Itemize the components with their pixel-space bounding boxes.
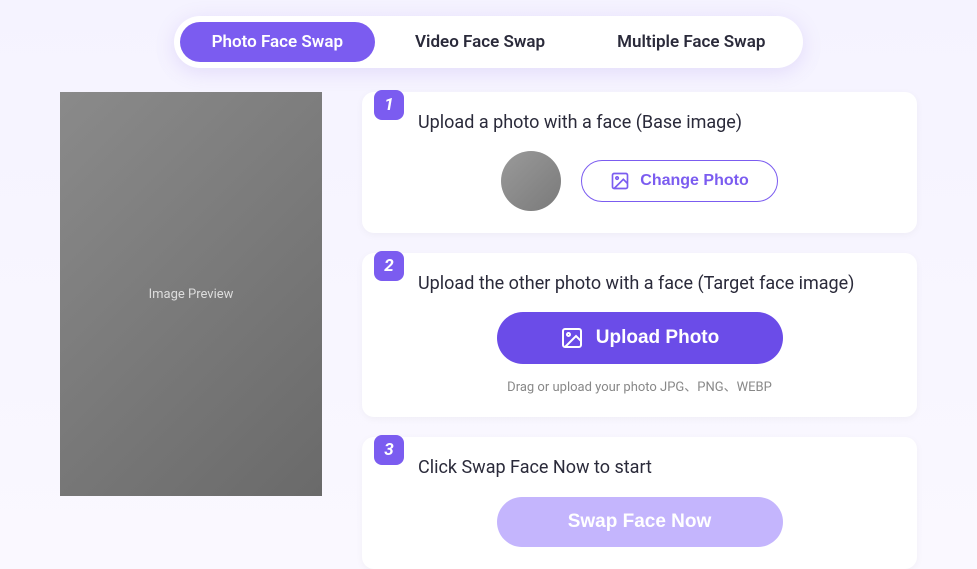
upload-hint: Drag or upload your photo JPG、PNG、WEBP bbox=[507, 376, 772, 395]
step-3-badge: 3 bbox=[374, 435, 404, 465]
change-photo-label: Change Photo bbox=[640, 172, 748, 190]
image-icon bbox=[560, 326, 584, 350]
tabs-container: Photo Face Swap Video Face Swap Multiple… bbox=[0, 0, 977, 92]
step-3-body: Swap Face Now bbox=[386, 497, 893, 547]
image-icon bbox=[610, 171, 630, 191]
step-1-body: Change Photo bbox=[386, 151, 893, 211]
step-3-card: 3 Click Swap Face Now to start Swap Face… bbox=[362, 437, 917, 568]
step-3-title: Click Swap Face Now to start bbox=[418, 455, 893, 480]
step-2-badge: 2 bbox=[374, 251, 404, 281]
upload-photo-button[interactable]: Upload Photo bbox=[497, 312, 783, 364]
tab-video-face-swap[interactable]: Video Face Swap bbox=[383, 22, 577, 62]
swap-face-label: Swap Face Now bbox=[568, 511, 712, 533]
preview-placeholder-text: Image Preview bbox=[149, 287, 234, 302]
tabs: Photo Face Swap Video Face Swap Multiple… bbox=[174, 16, 804, 68]
preview-image: Image Preview bbox=[60, 92, 322, 496]
step-1-title: Upload a photo with a face (Base image) bbox=[418, 110, 893, 135]
swap-face-button[interactable]: Swap Face Now bbox=[497, 497, 783, 547]
change-photo-button[interactable]: Change Photo bbox=[581, 160, 777, 202]
upload-photo-label: Upload Photo bbox=[596, 327, 719, 349]
step-1-card: 1 Upload a photo with a face (Base image… bbox=[362, 92, 917, 233]
steps-panel: 1 Upload a photo with a face (Base image… bbox=[362, 92, 917, 569]
step-2-title: Upload the other photo with a face (Targ… bbox=[418, 271, 893, 296]
step-2-body: Upload Photo Drag or upload your photo J… bbox=[386, 312, 893, 395]
tab-multiple-face-swap[interactable]: Multiple Face Swap bbox=[585, 22, 797, 62]
tab-photo-face-swap[interactable]: Photo Face Swap bbox=[180, 22, 375, 62]
base-image-thumbnail[interactable] bbox=[501, 151, 561, 211]
step-2-card: 2 Upload the other photo with a face (Ta… bbox=[362, 253, 917, 417]
main-content: Image Preview 1 Upload a photo with a fa… bbox=[0, 92, 977, 569]
step-1-badge: 1 bbox=[374, 90, 404, 120]
